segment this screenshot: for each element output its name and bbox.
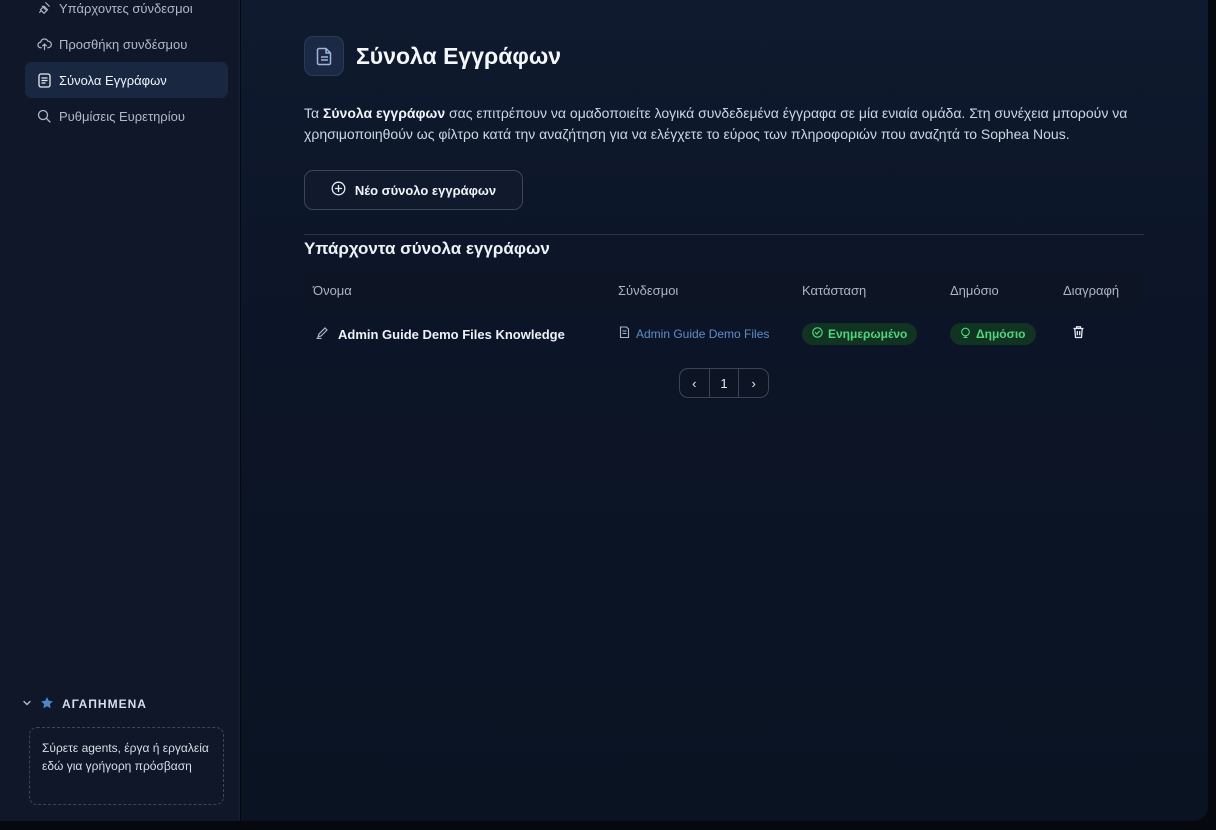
main-panel: Σύνολα Εγγράφων Τα Σύνολα εγγράφων σας ε… bbox=[241, 0, 1208, 821]
sidebar-item-label: Ρυθμίσεις Ευρετηρίου bbox=[59, 108, 185, 124]
connector-link-text: Admin Guide Demo Files bbox=[636, 327, 770, 341]
trash-icon[interactable] bbox=[1072, 325, 1085, 344]
table-row[interactable]: Admin Guide Demo Files Knowledge Admin G… bbox=[304, 312, 1144, 356]
sidebar-item-document-sets[interactable]: Σύνολα Εγγράφων bbox=[25, 62, 228, 98]
description-bold: Σύνολα εγγράφων bbox=[323, 105, 446, 121]
favorites-title: ΑΓΑΠΗΜΕΝΑ bbox=[62, 697, 147, 711]
plug-icon bbox=[36, 0, 52, 16]
status-badge-label: Ενημερωμένο bbox=[828, 327, 908, 341]
public-badge-label: Δημόσιο bbox=[976, 327, 1026, 341]
section-divider bbox=[304, 234, 1144, 235]
sidebar-item-index-settings[interactable]: Ρυθμίσεις Ευρετηρίου bbox=[25, 98, 228, 134]
favorites-placeholder: Σύρετε agents, έργα ή εργαλεία εδώ για γ… bbox=[42, 741, 209, 773]
favorites-dropzone[interactable]: Σύρετε agents, έργα ή εργαλεία εδώ για γ… bbox=[29, 727, 224, 805]
search-icon bbox=[36, 108, 52, 124]
sidebar-item-label: Προσθήκη συνδέσμου bbox=[59, 36, 188, 52]
table-header: Όνομα Σύνδεσμοι Κατάσταση Δημόσιο Διαγρα… bbox=[304, 271, 1144, 311]
description-prefix: Τα bbox=[304, 105, 323, 121]
edit-icon[interactable] bbox=[316, 326, 329, 342]
page-title: Σύνολα Εγγράφων bbox=[356, 43, 562, 69]
section-title: Υπάρχοντα σύνολα εγγράφων bbox=[304, 239, 550, 258]
sidebar: Υπάρχοντες σύνδεσμοι Προσθήκη συνδέσμου … bbox=[0, 0, 240, 821]
star-icon bbox=[40, 696, 54, 713]
page-description: Τα Σύνολα εγγράφων σας επιτρέπουν να ομα… bbox=[304, 103, 1154, 145]
document-set-icon bbox=[304, 36, 344, 76]
connector-link[interactable]: Admin Guide Demo Files bbox=[619, 312, 769, 356]
sidebar-item-existing-connectors[interactable]: Υπάρχοντες σύνδεσμοι bbox=[25, 0, 228, 26]
public-badge: Δημόσιο bbox=[950, 323, 1036, 345]
globe-icon bbox=[960, 327, 971, 341]
column-header-delete: Διαγραφή bbox=[1063, 283, 1120, 298]
column-header-connectors: Σύνδεσμοι bbox=[618, 283, 679, 298]
pagination: ‹ 1 › bbox=[679, 368, 769, 398]
column-header-status: Κατάσταση bbox=[802, 283, 867, 298]
delete-cell bbox=[1072, 312, 1085, 356]
new-document-set-label: Νέο σύνολο εγγράφων bbox=[354, 182, 497, 198]
previous-page-button[interactable]: ‹ bbox=[680, 369, 709, 397]
document-set-name[interactable]: Admin Guide Demo Files Knowledge bbox=[316, 312, 565, 356]
check-circle-icon bbox=[812, 327, 823, 341]
favorites-header[interactable]: ΑΓΑΠΗΜΕΝΑ bbox=[22, 694, 147, 714]
page-number-button[interactable]: 1 bbox=[708, 369, 740, 397]
sidebar-item-label: Υπάρχοντες σύνδεσμοι bbox=[59, 0, 193, 16]
next-page-button[interactable]: › bbox=[739, 369, 768, 397]
column-header-name: Όνομα bbox=[313, 283, 352, 298]
document-set-name-text: Admin Guide Demo Files Knowledge bbox=[338, 326, 565, 342]
cloud-upload-icon bbox=[36, 36, 52, 52]
new-document-set-button[interactable]: Νέο σύνολο εγγράφων bbox=[304, 170, 523, 210]
sidebar-item-label: Σύνολα Εγγράφων bbox=[59, 72, 167, 88]
column-header-public: Δημόσιο bbox=[950, 283, 999, 298]
sidebar-item-add-connector[interactable]: Προσθήκη συνδέσμου bbox=[25, 26, 228, 62]
document-icon bbox=[36, 72, 52, 88]
status-cell: Ενημερωμένο bbox=[802, 312, 918, 356]
file-icon bbox=[619, 326, 630, 342]
plus-circle-icon bbox=[331, 181, 346, 199]
status-badge: Ενημερωμένο bbox=[802, 323, 918, 345]
chevron-down-icon bbox=[22, 697, 32, 711]
public-cell: Δημόσιο bbox=[950, 312, 1036, 356]
